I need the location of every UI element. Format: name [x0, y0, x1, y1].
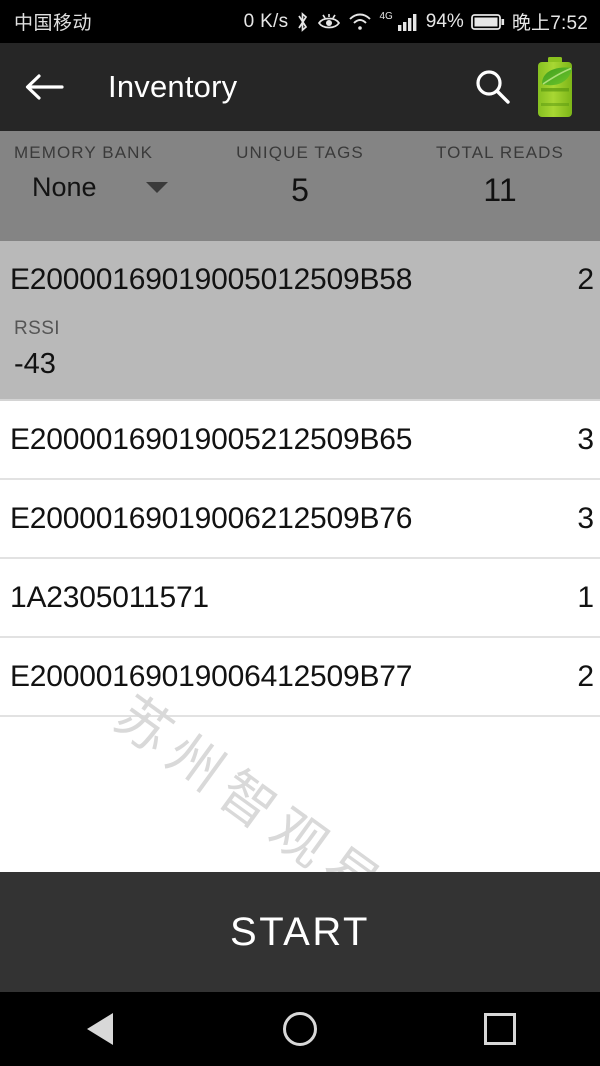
tag-rssi-detail: RSSI -43: [10, 318, 586, 399]
network-type-label: 4G: [379, 11, 393, 22]
bluetooth-icon: [295, 11, 310, 33]
nav-home-icon[interactable]: [255, 992, 345, 1066]
network-speed-label: 0 K/s: [243, 10, 289, 32]
total-reads-label: TOTAL READS: [436, 143, 564, 162]
status-bar: 中国移动 0 K/s 4G 94% 晚上7:52: [0, 0, 600, 43]
tag-count: 2: [577, 659, 594, 693]
start-button[interactable]: START: [0, 872, 600, 992]
tag-epc: E20000169019006412509B77: [10, 659, 413, 693]
chevron-down-icon: [146, 182, 168, 193]
table-row[interactable]: E20000169019006212509B76 3: [0, 480, 600, 559]
rssi-value: -43: [14, 348, 56, 380]
status-bar-right: 0 K/s 4G 94% 晚上7:52: [244, 8, 588, 35]
tag-count: 3: [577, 422, 594, 456]
search-icon[interactable]: [466, 61, 518, 113]
tag-epc: 1A2305011571: [10, 580, 209, 614]
tag-list[interactable]: E20000169019005012509B58 2 RSSI -43 E200…: [0, 241, 600, 872]
total-reads-value: 11: [483, 172, 517, 208]
tag-row-main: E20000169019006212509B76 3: [10, 480, 594, 557]
page-title: Inventory: [108, 69, 238, 104]
tag-epc: E20000169019006212509B76: [10, 501, 413, 535]
table-row[interactable]: 1A2305011571 1: [0, 559, 600, 638]
tag-row-main: E20000169019006412509B77 2: [10, 638, 594, 715]
signal-bars-icon: [397, 12, 419, 32]
phone-screen: 中国移动 0 K/s 4G 94% 晚上7:52 Inventory MEMOR…: [0, 0, 600, 1066]
tag-count: 1: [577, 580, 594, 614]
eco-battery-icon[interactable]: [528, 54, 582, 120]
battery-icon: [470, 13, 505, 31]
tag-count: 3: [577, 501, 594, 535]
eye-icon: [317, 12, 341, 32]
back-arrow-icon[interactable]: [24, 70, 64, 104]
tag-row-main: E20000169019005212509B65 3: [10, 401, 594, 478]
wifi-icon: [348, 12, 372, 32]
stat-unique-tags: UNIQUE TAGS 5: [200, 143, 400, 241]
memory-bank-dropdown[interactable]: None: [14, 172, 174, 203]
status-bar-left: 中国移动: [14, 8, 92, 35]
memory-bank-value: None: [32, 172, 97, 202]
start-button-label: START: [230, 909, 370, 954]
carrier-label: 中国移动: [14, 13, 93, 34]
stat-memory-bank: MEMORY BANK None: [0, 143, 200, 241]
stats-bar: MEMORY BANK None UNIQUE TAGS 5 TOTAL REA…: [0, 131, 600, 241]
table-row[interactable]: E20000169019005212509B65 3: [0, 401, 600, 480]
android-nav-bar: [0, 992, 600, 1066]
tag-epc: E20000169019005212509B65: [10, 422, 413, 456]
unique-tags-value: 5: [291, 172, 309, 208]
rssi-label: RSSI: [14, 318, 60, 339]
unique-tags-label: UNIQUE TAGS: [236, 143, 364, 162]
table-row[interactable]: E20000169019005012509B58 2 RSSI -43: [0, 241, 600, 401]
battery-percent-label: 94%: [425, 10, 464, 32]
tag-row-main: 1A2305011571 1: [10, 559, 594, 636]
table-row[interactable]: E20000169019006412509B77 2: [0, 638, 600, 717]
clock-label: 晚上7:52: [511, 13, 588, 34]
tag-row-main: E20000169019005012509B58 2: [10, 241, 594, 318]
tag-epc: E20000169019005012509B58: [10, 262, 413, 296]
nav-recents-icon[interactable]: [455, 992, 545, 1066]
memory-bank-label: MEMORY BANK: [14, 143, 154, 162]
nav-back-icon[interactable]: [55, 992, 145, 1066]
tag-count: 2: [577, 262, 594, 296]
app-bar: Inventory: [0, 43, 600, 131]
stat-total-reads: TOTAL READS 11: [400, 143, 600, 241]
